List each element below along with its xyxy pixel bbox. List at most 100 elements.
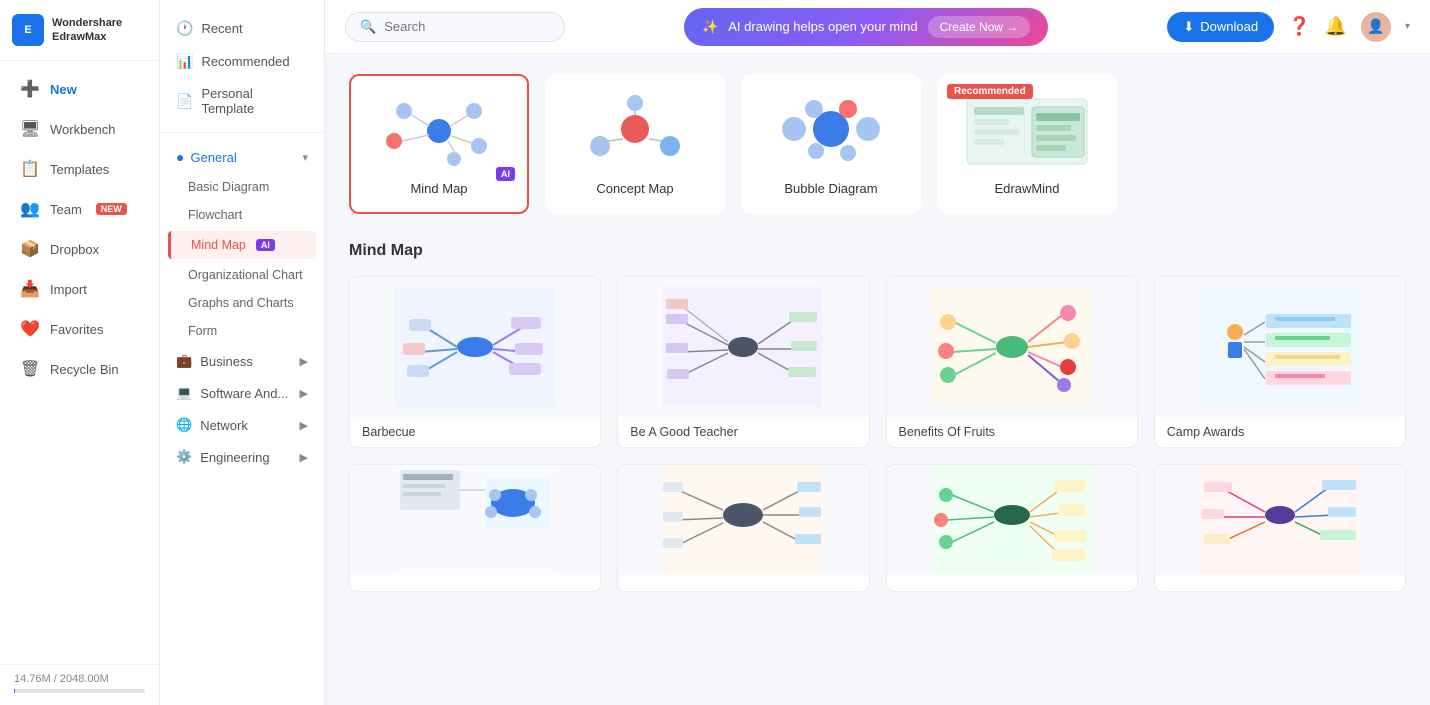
sidebar-nav: ➕ New 🖥 Workbench 📋 Templates 👥 Team NEW… [0,61,159,664]
category-network[interactable]: 🌐 Network ▶ [160,409,324,441]
edrawmind-preview [955,91,1099,171]
mind-map-preview [367,91,511,171]
category-engineering[interactable]: ⚙️ Engineering ▶ [160,441,324,473]
chevron-right-icon3: ▶ [300,419,308,432]
template-card-6[interactable] [617,464,869,592]
sec-flowchart[interactable]: Flowchart [160,201,324,229]
recommended-icon: 📊 [176,53,193,70]
barbecue-label: Barbecue [350,417,600,447]
template6-thumb [618,465,868,575]
fruits-label: Benefits Of Fruits [887,417,1137,447]
help-button[interactable]: ❓ [1288,16,1310,37]
sidebar-item-favorites[interactable]: ❤️ Favorites [6,310,153,348]
workbench-icon: 🖥 [20,119,40,139]
template-card-barbecue[interactable]: Barbecue [349,276,601,448]
left-sidebar: E Wondershare EdrawMax ➕ New 🖥 Workbench… [0,0,160,705]
ai-badge: AI [256,239,275,251]
chevron-right-icon4: ▶ [300,451,308,464]
sec-mind-map[interactable]: Mind Map AI [168,231,316,259]
good-teacher-label: Be A Good Teacher [618,417,868,447]
template-card-camp[interactable]: Camp Awards [1154,276,1406,448]
ai-banner: ✨ AI drawing helps open your mind Create… [684,8,1048,46]
chevron-right-icon2: ▶ [300,387,308,400]
type-card-bubble-diagram[interactable]: Bubble Diagram [741,74,921,214]
team-icon: 👥 [20,199,40,219]
template-card-fruits[interactable]: Benefits Of Fruits [886,276,1138,448]
download-icon: ⬇ [1183,19,1194,35]
content-area: AI Mind Map Concept Map [325,54,1430,705]
sidebar-item-templates[interactable]: 📋 Templates [6,150,153,188]
general-dot-icon: ● [176,149,184,165]
sec-recommended[interactable]: 📊 Recommended [160,45,324,78]
personal-template-icon: 📄 [176,93,193,110]
storage-bar [14,689,145,693]
concept-map-preview [563,91,707,171]
sec-recent[interactable]: 🕐 Recent [160,12,324,45]
main-content: 🔍 ✨ AI drawing helps open your mind Crea… [325,0,1430,705]
download-button[interactable]: ⬇ Download [1167,12,1274,42]
app-name: Wondershare EdrawMax [52,16,122,45]
category-general[interactable]: ● General ▾ [160,141,324,173]
template8-thumb [1155,465,1405,575]
sec-personal-template[interactable]: 📄 Personal Template [160,78,324,124]
ai-star-icon: ✨ [702,19,718,35]
type-card-edrawmind-label: EdrawMind [994,181,1059,196]
template5-label [350,575,600,591]
ai-create-now-button[interactable]: Create Now → [928,16,1031,38]
search-input[interactable] [384,19,534,34]
template-grid: Barbecue [349,276,1406,592]
good-teacher-thumb [618,277,868,417]
sec-graphs[interactable]: Graphs and Charts [160,289,324,317]
storage-fill [14,689,15,693]
camp-label: Camp Awards [1155,417,1405,447]
template7-thumb [887,465,1137,575]
fruits-thumb [887,277,1137,417]
type-card-concept-map-label: Concept Map [596,181,673,196]
new-badge: NEW [96,203,127,215]
chevron-down-icon: ▾ [302,151,308,164]
software-icon: 💻 [176,385,192,401]
sidebar-item-workbench[interactable]: 🖥 Workbench [6,110,153,148]
type-card-bubble-label: Bubble Diagram [784,181,877,196]
sec-org-chart[interactable]: Organizational Chart [160,261,324,289]
search-box[interactable]: 🔍 [345,12,565,42]
template-card-5[interactable] [349,464,601,592]
sec-form[interactable]: Form [160,317,324,345]
template-card-7[interactable] [886,464,1138,592]
sidebar-item-recycle-bin[interactable]: 🗑 Recycle Bin [6,350,153,388]
category-software[interactable]: 💻 Software And... ▶ [160,377,324,409]
dropbox-icon: 📦 [20,239,40,259]
section-title: Mind Map [349,242,1406,260]
template-card-good-teacher[interactable]: Be A Good Teacher [617,276,869,448]
chevron-avatar-icon: ▾ [1405,21,1410,32]
engineering-icon: ⚙️ [176,449,192,465]
sidebar-item-new[interactable]: ➕ New [6,70,153,108]
search-icon: 🔍 [360,19,376,35]
type-card-concept-map[interactable]: Concept Map [545,74,725,214]
topbar-right: ⬇ Download ❓ 🔔 👤 ▾ [1167,12,1410,42]
topbar: 🔍 ✨ AI drawing helps open your mind Crea… [325,0,1430,54]
templates-icon: 📋 [20,159,40,179]
category-sidebar: 🕐 Recent 📊 Recommended 📄 Personal Templa… [160,0,325,705]
avatar[interactable]: 👤 [1361,12,1391,42]
template6-label [618,575,868,591]
template8-label [1155,575,1405,591]
type-card-edrawmind[interactable]: Recommended EdrawMind [937,74,1117,214]
favorites-icon: ❤️ [20,319,40,339]
import-icon: 📥 [20,279,40,299]
type-cards-row: AI Mind Map Concept Map [349,74,1406,214]
sidebar-item-team[interactable]: 👥 Team NEW [6,190,153,228]
notification-button[interactable]: 🔔 [1325,16,1347,37]
camp-thumb [1155,277,1405,417]
network-icon: 🌐 [176,417,192,433]
sec-basic-diagram[interactable]: Basic Diagram [160,173,324,201]
template-card-8[interactable] [1154,464,1406,592]
type-card-mind-map[interactable]: AI Mind Map [349,74,529,214]
ai-badge-card: AI [496,167,515,181]
sidebar-item-import[interactable]: 📥 Import [6,270,153,308]
recommended-badge: Recommended [947,84,1033,99]
bubble-diagram-preview [759,91,903,171]
template7-label [887,575,1137,591]
category-business[interactable]: 💼 Business ▶ [160,345,324,377]
sidebar-item-dropbox[interactable]: 📦 Dropbox [6,230,153,268]
